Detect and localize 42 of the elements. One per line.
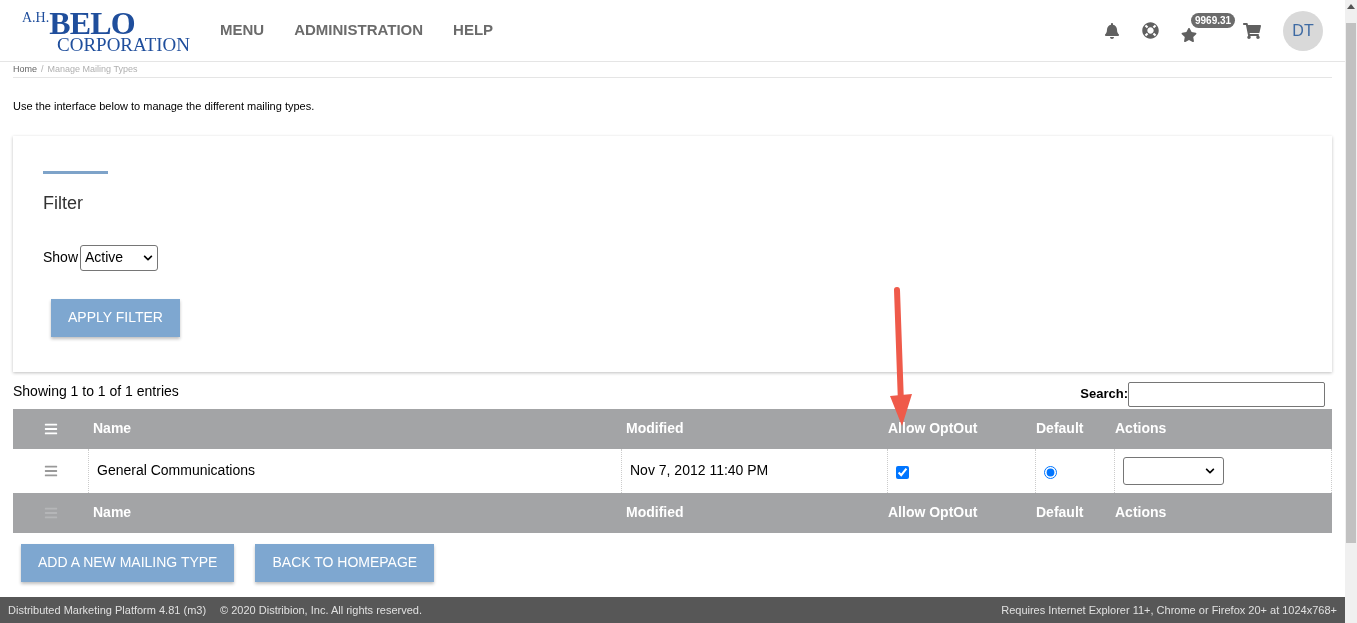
search-label: Search: — [1080, 385, 1128, 404]
filter-title: Filter — [43, 191, 84, 215]
column-header: Modified — [625, 503, 685, 522]
allow-optout-checkbox[interactable] — [896, 466, 909, 479]
actions-select[interactable] — [1123, 456, 1224, 485]
nav-link[interactable]: MENU — [220, 19, 265, 42]
cart-icon[interactable] — [1243, 21, 1261, 40]
column-header: Default — [1036, 419, 1085, 438]
breadcrumb-current: Manage Mailing Types — [47, 62, 138, 76]
notification-icon[interactable] — [1104, 22, 1120, 39]
breadcrumb-separator: / — [41, 62, 44, 76]
intro-text: Use the interface below to manage the different mailing types. — [13, 99, 316, 114]
search-field[interactable] — [1128, 381, 1325, 407]
column-header: Actions — [1115, 503, 1167, 522]
footer-text: © 2020 Distribion, Inc. All rights reserved. — [220, 602, 422, 618]
table-cell-text: General Communications — [97, 461, 255, 480]
chevron-down-icon — [143, 252, 154, 263]
menu-icon[interactable] — [44, 421, 58, 436]
column-header: Name — [92, 419, 133, 438]
scrollbar[interactable] — [1345, 0, 1357, 623]
nav-link[interactable]: HELP — [453, 19, 494, 42]
help-icon[interactable] — [1142, 22, 1159, 39]
column-header: Allow OptOut — [888, 419, 979, 438]
column-header: Default — [1036, 503, 1085, 522]
avatar[interactable]: DT — [1283, 10, 1323, 51]
drag-handle-icon[interactable] — [43, 463, 58, 478]
points-badge: 9969.31 — [1191, 12, 1236, 28]
nav-link[interactable]: ADMINISTRATION — [294, 19, 424, 42]
show-label: Show — [43, 248, 79, 267]
footer-text: Requires Internet Explorer 11+, Chrome or Firefox 20+ at 1024x768+ — [1001, 602, 1337, 618]
entries-info: Showing 1 to 1 of 1 entries — [13, 381, 179, 401]
column-header: Actions — [1115, 419, 1167, 438]
breadcrumb-link[interactable]: Home — [13, 62, 37, 77]
chevron-down-icon — [1205, 465, 1215, 476]
default-radio[interactable] — [1044, 466, 1057, 479]
column-header: Modified — [625, 419, 685, 438]
column-header: Allow OptOut — [888, 503, 979, 522]
footer-text: Distributed Marketing Platform 4.81 (m3) — [8, 602, 207, 618]
show-select[interactable]: Active — [80, 244, 159, 271]
table-cell-text: Nov 7, 2012 11:40 PM — [630, 461, 769, 480]
column-header: Name — [92, 503, 133, 522]
star-icon[interactable] — [1181, 26, 1197, 43]
